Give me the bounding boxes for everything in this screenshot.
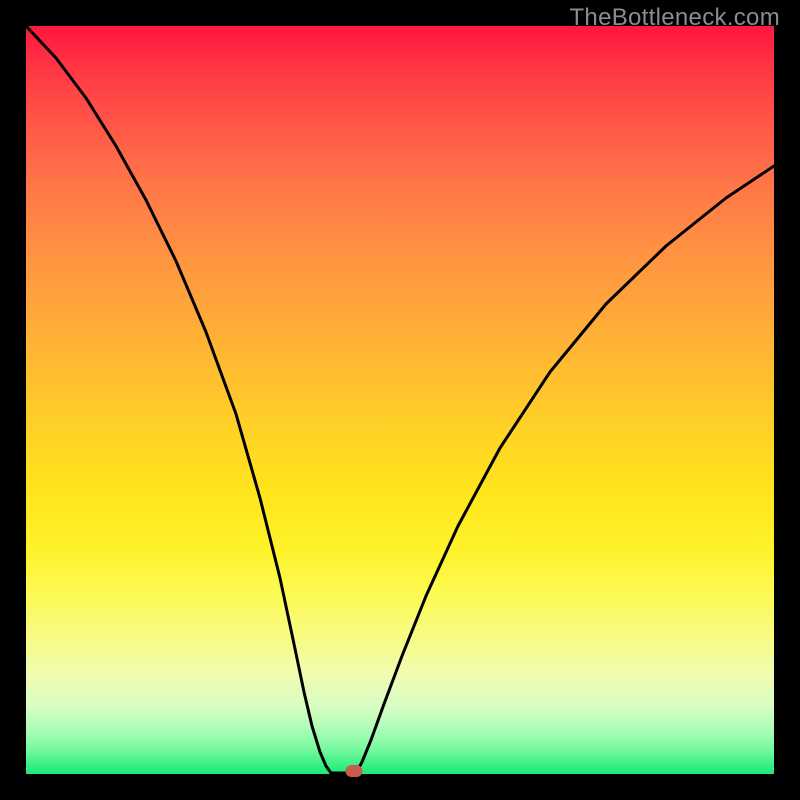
bottleneck-curve (26, 26, 774, 773)
optimum-marker (346, 765, 363, 777)
chart-frame: TheBottleneck.com (0, 0, 800, 800)
curve-svg (26, 26, 774, 774)
watermark-text: TheBottleneck.com (569, 4, 780, 32)
plot-area (26, 26, 774, 774)
